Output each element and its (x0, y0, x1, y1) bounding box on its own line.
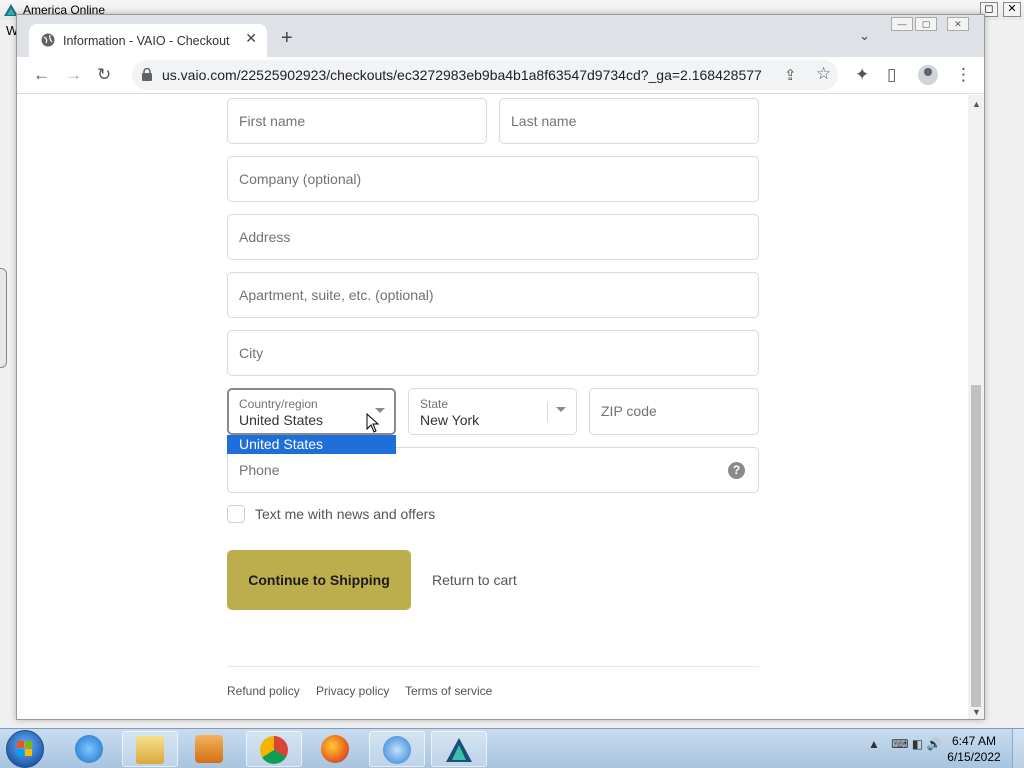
share-icon[interactable]: ⇪ (784, 66, 797, 84)
taskbar-chrome[interactable] (246, 731, 302, 767)
refund-policy-link[interactable]: Refund policy (227, 684, 300, 698)
host-side-panel (0, 268, 7, 368)
select-divider (547, 402, 548, 422)
aol-icon (446, 738, 472, 762)
lock-icon (142, 68, 152, 81)
taskbar-quicktime[interactable] (369, 731, 425, 767)
company-placeholder: Company (optional) (239, 171, 362, 187)
show-desktop-button[interactable] (1012, 729, 1024, 768)
tab-checkout[interactable]: Information - VAIO - Checkout ✕ (29, 24, 267, 57)
tab-strip: Information - VAIO - Checkout ✕ + ⌄ — ▢ … (17, 15, 984, 57)
clock-date: 6/15/2022 (947, 750, 1001, 764)
page-viewport: First name Last name Company (optional) … (17, 95, 968, 719)
browser-window: Information - VAIO - Checkout ✕ + ⌄ — ▢ … (16, 14, 985, 720)
state-select[interactable]: State New York (408, 388, 577, 435)
window-close-button[interactable]: ✕ (947, 17, 969, 31)
chevron-down-icon (556, 407, 566, 412)
first-name-placeholder: First name (239, 113, 306, 129)
first-name-field[interactable]: First name (227, 98, 487, 144)
scroll-up-arrow-icon[interactable]: ▲ (972, 99, 981, 109)
address-field[interactable]: Address (227, 214, 759, 260)
return-to-cart-link[interactable]: Return to cart (432, 572, 517, 588)
windows-flag-icon (17, 741, 32, 756)
country-dropdown-option[interactable]: United States (227, 435, 396, 454)
tab-title: Information - VAIO - Checkout (63, 34, 230, 48)
windows-start-icon[interactable] (6, 730, 44, 768)
new-tab-button[interactable]: + (281, 28, 293, 48)
chrome-menu-icon[interactable]: ⋮ (955, 66, 972, 84)
tray-expand-arrow-icon[interactable]: ▲ (868, 737, 880, 751)
country-value: United States (239, 412, 324, 428)
address-placeholder: Address (239, 229, 291, 245)
window-maximize-button[interactable]: ▢ (915, 17, 937, 31)
apartment-field[interactable]: Apartment, suite, etc. (optional) (227, 272, 759, 318)
quicktime-icon (383, 736, 411, 764)
address-bar[interactable]: us.vaio.com/22525902923/checkouts/ec3272… (132, 60, 838, 90)
media-player-icon (195, 735, 223, 763)
globe-icon (41, 33, 55, 47)
continue-to-shipping-button[interactable]: Continue to Shipping (227, 550, 411, 610)
terms-of-service-link[interactable]: Terms of service (405, 684, 492, 698)
back-arrow-icon[interactable]: ← (33, 66, 50, 84)
clock-time: 6:47 AM (951, 734, 997, 748)
taskbar: ▲ ⌨ ◧ 🔊 6:47 AM 6/15/2022 (0, 728, 1024, 768)
help-question-icon[interactable]: ? (728, 462, 745, 479)
system-tray[interactable]: ▲ ⌨ ◧ 🔊 (868, 737, 942, 751)
internet-explorer-icon (75, 735, 103, 763)
sms-opt-in-checkbox[interactable] (227, 505, 245, 523)
url-text[interactable]: us.vaio.com/22525902923/checkouts/ec3272… (162, 67, 762, 83)
state-label: State (420, 397, 449, 411)
taskbar-internet-explorer[interactable] (62, 731, 118, 767)
mouse-cursor-icon (366, 413, 380, 433)
phone-placeholder: Phone (239, 462, 280, 478)
taskbar-clock[interactable]: 6:47 AM 6/15/2022 (944, 733, 1004, 765)
browser-toolbar: ← → ↻ us.vaio.com/22525902923/checkouts/… (17, 57, 984, 94)
taskbar-file-explorer[interactable] (122, 731, 178, 767)
state-value: New York (420, 412, 480, 428)
city-field[interactable]: City (227, 330, 759, 376)
zip-code-placeholder: ZIP code (601, 403, 657, 419)
bookmark-star-icon[interactable]: ☆ (816, 64, 831, 84)
city-placeholder: City (239, 345, 264, 361)
file-explorer-icon (136, 736, 164, 764)
extensions-puzzle-icon[interactable]: ✦ (855, 66, 869, 84)
tray-status-icons[interactable]: ⌨ ◧ 🔊 (891, 737, 941, 751)
privacy-policy-link[interactable]: Privacy policy (316, 684, 389, 698)
apartment-placeholder: Apartment, suite, etc. (optional) (239, 287, 434, 303)
last-name-field[interactable]: Last name (499, 98, 759, 144)
side-panel-icon[interactable]: ▯ (887, 66, 896, 84)
window-minimize-button[interactable]: — (891, 17, 913, 31)
country-label: Country/region (239, 397, 318, 411)
forward-arrow-icon[interactable]: → (65, 66, 82, 84)
company-field[interactable]: Company (optional) (227, 156, 759, 202)
sms-opt-in-label[interactable]: Text me with news and offers (255, 506, 435, 522)
profile-icon[interactable] (918, 65, 938, 85)
scrollbar-thumb[interactable] (971, 385, 981, 707)
reload-icon[interactable]: ↻ (97, 66, 111, 84)
tab-search-chevron-icon[interactable]: ⌄ (859, 28, 870, 44)
chrome-icon (260, 736, 288, 764)
taskbar-aol[interactable] (431, 731, 487, 767)
scroll-down-arrow-icon[interactable]: ▼ (972, 707, 981, 717)
footer-divider (227, 666, 759, 667)
tab-close-icon[interactable]: ✕ (245, 30, 257, 47)
firefox-icon (321, 735, 349, 763)
taskbar-media-player[interactable] (182, 731, 238, 767)
taskbar-firefox[interactable] (308, 731, 364, 767)
last-name-placeholder: Last name (511, 113, 577, 129)
host-close-button[interactable]: ✕ (1003, 2, 1021, 17)
page-scrollbar[interactable]: ▲ ▼ (968, 95, 984, 719)
zip-code-field[interactable]: ZIP code (589, 388, 759, 435)
